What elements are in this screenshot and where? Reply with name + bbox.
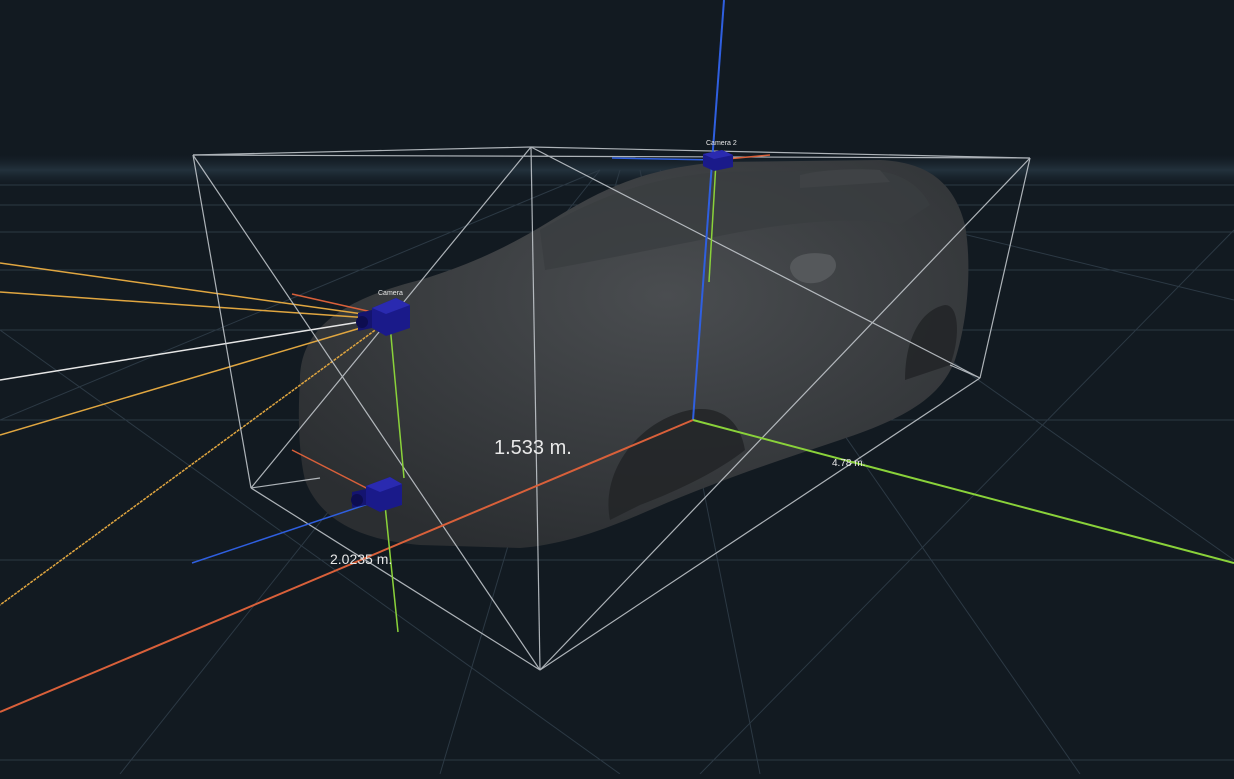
camera-front[interactable]: Camera — [356, 290, 410, 336]
camera-roof-label: Camera 2 — [706, 140, 737, 147]
length-dimension-label: 4.78 m. — [832, 458, 865, 469]
scene-canvas[interactable]: Camera Camera 2 1.533 m. 2.0235 m. 4.78 … — [0, 0, 1234, 775]
3d-viewport[interactable]: Camera Camera 2 1.533 m. 2.0235 m. 4.78 … — [0, 0, 1234, 775]
y-axis — [692, 419, 1234, 564]
camera-roof[interactable]: Camera 2 — [703, 140, 737, 171]
width-dimension-label: 2.0235 m. — [330, 551, 392, 567]
height-dimension-label: 1.533 m. — [494, 437, 572, 459]
camera-cube-icon — [703, 150, 733, 171]
camera-front-label: Camera — [378, 290, 403, 297]
